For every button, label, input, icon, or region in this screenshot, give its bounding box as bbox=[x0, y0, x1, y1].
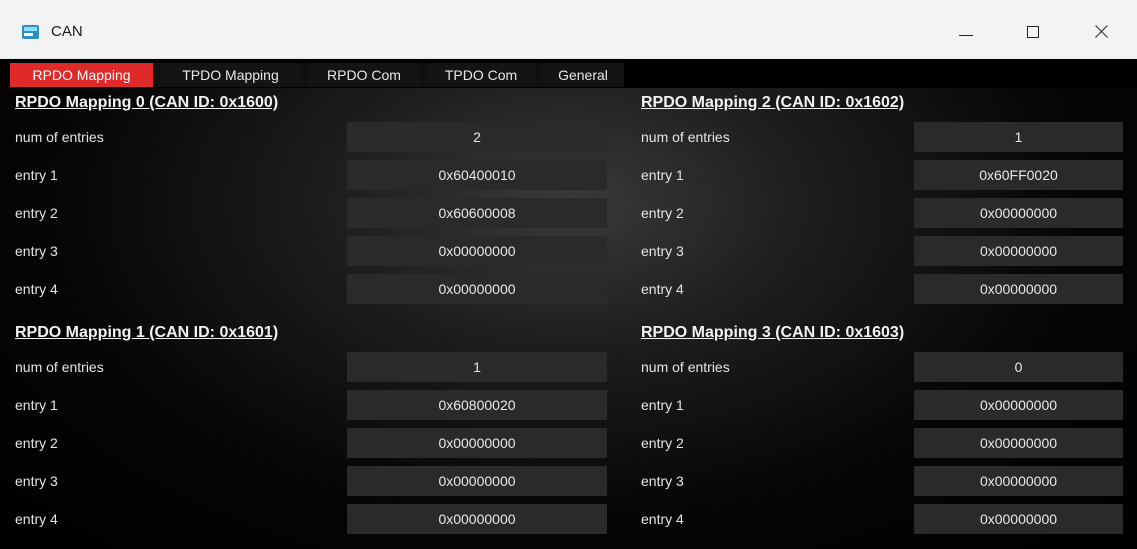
entry-4-field[interactable]: 0x00000000 bbox=[914, 504, 1123, 534]
row-label: entry 3 bbox=[641, 473, 684, 489]
entry-1-field[interactable]: 0x00000000 bbox=[914, 390, 1123, 420]
row-label: entry 1 bbox=[15, 167, 58, 183]
row-label: entry 4 bbox=[15, 511, 58, 527]
entry-row: entry 3 0x00000000 bbox=[15, 236, 610, 266]
entry-row: entry 2 0x00000000 bbox=[15, 428, 610, 458]
section-title: RPDO Mapping 0 (CAN ID: 0x1600) bbox=[15, 94, 279, 111]
row-label: entry 2 bbox=[15, 205, 58, 221]
entry-row: entry 2 0x00000000 bbox=[641, 428, 1125, 458]
window-title: CAN bbox=[51, 23, 83, 40]
entry-4-field[interactable]: 0x00000000 bbox=[914, 274, 1123, 304]
entry-4-field[interactable]: 0x00000000 bbox=[347, 274, 607, 304]
maximize-button[interactable] bbox=[1010, 15, 1056, 49]
entry-row: entry 3 0x00000000 bbox=[641, 466, 1125, 496]
row-label: num of entries bbox=[15, 359, 104, 375]
tab-general[interactable]: General bbox=[542, 63, 624, 87]
row-label: entry 1 bbox=[15, 397, 58, 413]
entry-row: entry 1 0x60800020 bbox=[15, 390, 610, 420]
row-label: num of entries bbox=[641, 359, 730, 375]
rpdo-mapping-3-section: RPDO Mapping 3 (CAN ID: 0x1603) num of e… bbox=[641, 318, 1125, 538]
entry-2-field[interactable]: 0x00000000 bbox=[347, 428, 607, 458]
entry-row: entry 4 0x00000000 bbox=[641, 504, 1125, 534]
entry-1-field[interactable]: 0x60FF0020 bbox=[914, 160, 1123, 190]
row-label: entry 4 bbox=[641, 511, 684, 527]
tab-tpdo-mapping[interactable]: TPDO Mapping bbox=[159, 63, 302, 87]
entry-row: entry 2 0x60600008 bbox=[15, 198, 610, 228]
entry-row: entry 1 0x60400010 bbox=[15, 160, 610, 190]
entry-row: entry 3 0x00000000 bbox=[15, 466, 610, 496]
row-label: entry 2 bbox=[15, 435, 58, 451]
entry-row: entry 3 0x00000000 bbox=[641, 236, 1125, 266]
entry-row: entry 4 0x00000000 bbox=[15, 274, 610, 304]
num-entries-row: num of entries 2 bbox=[15, 122, 610, 152]
entry-1-field[interactable]: 0x60400010 bbox=[347, 160, 607, 190]
row-label: entry 1 bbox=[641, 167, 684, 183]
app-icon bbox=[22, 25, 39, 39]
entry-row: entry 4 0x00000000 bbox=[15, 504, 610, 534]
entry-1-field[interactable]: 0x60800020 bbox=[347, 390, 607, 420]
entry-4-field[interactable]: 0x00000000 bbox=[347, 504, 607, 534]
row-label: entry 3 bbox=[641, 243, 684, 259]
entry-2-field[interactable]: 0x60600008 bbox=[347, 198, 607, 228]
num-entries-field[interactable]: 2 bbox=[347, 122, 607, 152]
entry-2-field[interactable]: 0x00000000 bbox=[914, 428, 1123, 458]
num-entries-field[interactable]: 0 bbox=[914, 352, 1123, 382]
num-entries-row: num of entries 1 bbox=[15, 352, 610, 382]
num-entries-field[interactable]: 1 bbox=[914, 122, 1123, 152]
entry-row: entry 2 0x00000000 bbox=[641, 198, 1125, 228]
entry-3-field[interactable]: 0x00000000 bbox=[347, 466, 607, 496]
rpdo-mapping-1-section: RPDO Mapping 1 (CAN ID: 0x1601) num of e… bbox=[15, 318, 610, 538]
entry-2-field[interactable]: 0x00000000 bbox=[914, 198, 1123, 228]
rpdo-mapping-2-section: RPDO Mapping 2 (CAN ID: 0x1602) num of e… bbox=[641, 88, 1125, 308]
entry-3-field[interactable]: 0x00000000 bbox=[347, 236, 607, 266]
can-window: CAN RPDO Mapping TPDO Mapping RPDO Com T… bbox=[0, 0, 1137, 549]
title-bar[interactable]: CAN bbox=[0, 0, 1137, 59]
section-title: RPDO Mapping 2 (CAN ID: 0x1602) bbox=[641, 94, 905, 111]
content-area: RPDO Mapping 0 (CAN ID: 0x1600) num of e… bbox=[0, 88, 1137, 549]
tab-tpdo-com[interactable]: TPDO Com bbox=[426, 63, 536, 87]
entry-3-field[interactable]: 0x00000000 bbox=[914, 466, 1123, 496]
entry-row: entry 4 0x00000000 bbox=[641, 274, 1125, 304]
row-label: entry 2 bbox=[641, 205, 684, 221]
entry-row: entry 1 0x00000000 bbox=[641, 390, 1125, 420]
row-label: entry 4 bbox=[15, 281, 58, 297]
tab-rpdo-com[interactable]: RPDO Com bbox=[309, 63, 419, 87]
row-label: entry 1 bbox=[641, 397, 684, 413]
entry-3-field[interactable]: 0x00000000 bbox=[914, 236, 1123, 266]
section-title: RPDO Mapping 1 (CAN ID: 0x1601) bbox=[15, 324, 279, 341]
row-label: num of entries bbox=[641, 129, 730, 145]
close-button[interactable] bbox=[1078, 15, 1124, 49]
tab-strip: RPDO Mapping TPDO Mapping RPDO Com TPDO … bbox=[10, 63, 624, 87]
entry-row: entry 1 0x60FF0020 bbox=[641, 160, 1125, 190]
minimize-button[interactable] bbox=[943, 15, 989, 49]
rpdo-mapping-0-section: RPDO Mapping 0 (CAN ID: 0x1600) num of e… bbox=[15, 88, 610, 308]
section-title: RPDO Mapping 3 (CAN ID: 0x1603) bbox=[641, 324, 905, 341]
tab-rpdo-mapping[interactable]: RPDO Mapping bbox=[10, 63, 153, 87]
row-label: entry 3 bbox=[15, 473, 58, 489]
num-entries-field[interactable]: 1 bbox=[347, 352, 607, 382]
row-label: entry 3 bbox=[15, 243, 58, 259]
num-entries-row: num of entries 0 bbox=[641, 352, 1125, 382]
row-label: entry 4 bbox=[641, 281, 684, 297]
row-label: entry 2 bbox=[641, 435, 684, 451]
num-entries-row: num of entries 1 bbox=[641, 122, 1125, 152]
row-label: num of entries bbox=[15, 129, 104, 145]
